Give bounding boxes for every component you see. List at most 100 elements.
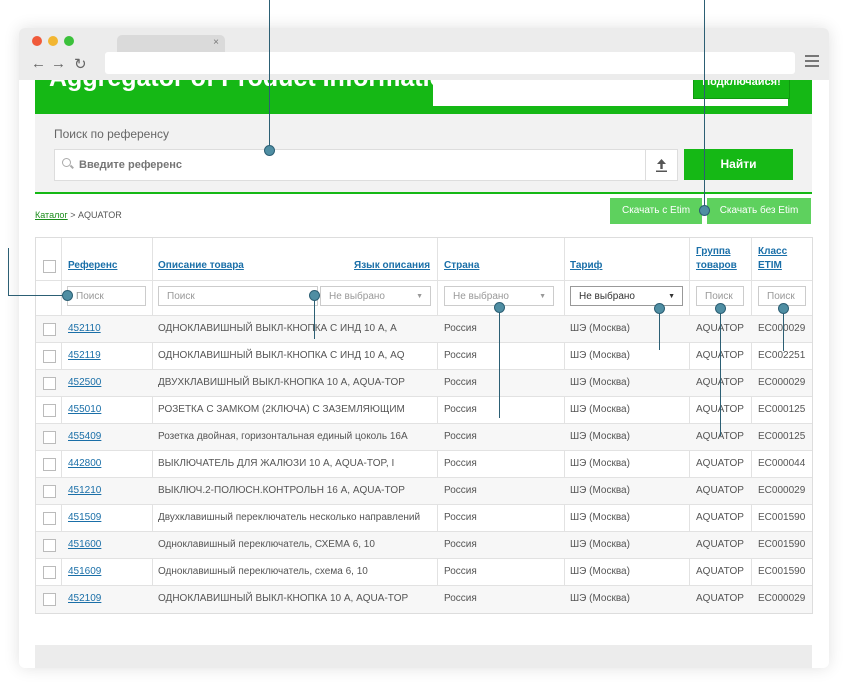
browser-tab[interactable]: × — [117, 35, 225, 53]
etim-class-cell: EC000029 — [758, 593, 806, 604]
table-row[interactable]: 451210 ВЫКЛЮЧ.2-ПОЛЮСН.КОНТРОЛЬН 16 А, AQ… — [36, 477, 812, 505]
country-cell: Россия — [444, 323, 477, 334]
reference-link[interactable]: 452119 — [68, 343, 148, 369]
chevron-down-icon: ▼ — [539, 293, 546, 300]
tariff-filter-select[interactable]: Не выбрано ▼ — [570, 286, 683, 306]
description-cell: ОДНОКЛАВИШНЫЙ ВЫКЛ-КНОПКА 10 А, AQUA-TOP — [158, 593, 409, 604]
breadcrumb: Каталог > AQUATOR — [35, 210, 122, 220]
search-box — [54, 149, 646, 181]
country-cell: Россия — [444, 431, 477, 442]
breadcrumb-catalog-link[interactable]: Каталог — [35, 210, 68, 220]
products-table: Референс Описание товара Язык описания С… — [35, 237, 813, 614]
row-checkbox[interactable] — [43, 404, 56, 417]
table-row[interactable]: 455010 РОЗЕТКА С ЗАМКОМ (2КЛЮЧА) С ЗАЗЕМЛ… — [36, 396, 812, 424]
annotation-dot — [264, 145, 275, 156]
tab-close-icon[interactable]: × — [213, 37, 219, 48]
country-cell: Россия — [444, 458, 477, 469]
language-filter-select[interactable]: Не выбрано ▼ — [320, 286, 431, 306]
country-filter-value: Не выбрано — [453, 291, 509, 302]
annotation-line — [659, 309, 660, 350]
etim-class-cell: EC000029 — [758, 377, 806, 388]
minimize-window-icon[interactable] — [48, 36, 58, 46]
reference-link[interactable]: 451609 — [68, 559, 148, 585]
reference-link[interactable]: 452500 — [68, 370, 148, 396]
country-cell: Россия — [444, 512, 477, 523]
site-title: Aggregator of Product Information — [49, 80, 460, 93]
chevron-down-icon: ▼ — [668, 293, 675, 300]
annotation-line — [499, 306, 500, 418]
country-cell: Россия — [444, 485, 477, 496]
reference-link[interactable]: 455010 — [68, 397, 148, 423]
back-arrow-icon[interactable]: ← — [31, 55, 46, 72]
country-cell: Россия — [444, 593, 477, 604]
reference-filter-input[interactable]: Поиск — [67, 286, 146, 306]
description-cell: Двухклавишный переключатель несколько на… — [158, 512, 421, 523]
tariff-cell: ШЭ (Москва) — [570, 539, 630, 550]
reload-icon[interactable]: ↻ — [74, 55, 87, 73]
table-row[interactable]: 455409 Розетка двойная, горизонтальная ед… — [36, 423, 812, 451]
annotation-line — [8, 295, 67, 296]
table-row[interactable]: 452500 ДВУХКЛАВИШНЫЙ ВЫКЛ-КНОПКА 10 А, AQ… — [36, 369, 812, 397]
breadcrumb-separator: > — [70, 210, 76, 220]
reference-link[interactable]: 442800 — [68, 451, 148, 477]
forward-arrow-icon[interactable]: → — [51, 55, 66, 72]
download-without-etim-button[interactable]: Скачать без Etim — [707, 198, 811, 224]
table-row[interactable]: 451509 Двухклавишный переключатель нескол… — [36, 504, 812, 532]
reference-link[interactable]: 455409 — [68, 424, 148, 450]
group-cell: AQUATOP — [696, 566, 744, 577]
row-checkbox[interactable] — [43, 458, 56, 471]
tariff-cell: ШЭ (Москва) — [570, 593, 630, 604]
browser-menu-icon[interactable] — [805, 55, 819, 70]
description-cell: ВЫКЛЮЧ.2-ПОЛЮСН.КОНТРОЛЬН 16 А, AQUA-TOP — [158, 485, 405, 496]
close-window-icon[interactable] — [32, 36, 42, 46]
row-checkbox[interactable] — [43, 566, 56, 579]
search-icon — [62, 158, 71, 167]
group-cell: AQUATOP — [696, 316, 749, 342]
description-cell: РОЗЕТКА С ЗАМКОМ (2КЛЮЧА) С ЗАЗЕМЛЯЮЩИМ — [158, 404, 405, 415]
table-row[interactable]: 451600 Одноклавишный переключатель, СХЕМА… — [36, 531, 812, 559]
column-header-group-line2: товаров — [696, 260, 737, 271]
address-bar[interactable] — [105, 52, 795, 74]
reference-search-input[interactable] — [79, 150, 639, 180]
connect-button[interactable]: Подключайся! — [693, 80, 790, 99]
select-all-checkbox[interactable] — [43, 260, 56, 273]
description-cell: Розетка двойная, горизонтальная единый ц… — [158, 431, 408, 442]
tariff-cell: ШЭ (Москва) — [570, 323, 630, 334]
group-cell: AQUATOP — [696, 370, 749, 396]
reference-link[interactable]: 451210 — [68, 478, 148, 504]
row-checkbox[interactable] — [43, 512, 56, 525]
reference-link[interactable]: 451600 — [68, 532, 148, 558]
reference-link[interactable]: 451509 — [68, 505, 148, 531]
group-cell: AQUATOP — [696, 539, 744, 550]
etim-class-cell: EC001590 — [758, 566, 806, 577]
maximize-window-icon[interactable] — [64, 36, 74, 46]
table-row[interactable]: 442800 ВЫКЛЮЧАТЕЛЬ ДЛЯ ЖАЛЮЗИ 10 А, AQUA-… — [36, 450, 812, 478]
etim-class-cell: EC001590 — [758, 512, 806, 523]
find-button[interactable]: Найти — [684, 149, 793, 180]
table-row[interactable]: 452109 ОДНОКЛАВИШНЫЙ ВЫКЛ-КНОПКА 10 А, AQ… — [36, 585, 812, 613]
header-banner: Aggregator of Product Information Подклю… — [35, 80, 812, 114]
row-checkbox[interactable] — [43, 350, 56, 363]
upload-button[interactable] — [645, 149, 678, 181]
row-checkbox[interactable] — [43, 539, 56, 552]
etim-class-cell: EC000125 — [758, 431, 806, 442]
browser-chrome: × ← → ↻ — [19, 28, 829, 80]
download-with-etim-button[interactable]: Скачать с Etim — [610, 198, 702, 224]
etim-class-cell: EC000125 — [758, 404, 806, 415]
description-filter-input[interactable]: Поиск — [158, 286, 318, 306]
table-row[interactable]: 452119 ОДНОКЛАВИШНЫЙ ВЫКЛ-КНОПКА С ИНД 10… — [36, 342, 812, 370]
row-checkbox[interactable] — [43, 485, 56, 498]
group-cell: AQUATOP — [696, 458, 744, 469]
row-checkbox[interactable] — [43, 431, 56, 444]
table-row[interactable]: 452110 ОДНОКЛАВИШНЫЙ ВЫКЛ-КНОПКА С ИНД 10… — [36, 315, 812, 343]
reference-link[interactable]: 452109 — [68, 586, 148, 612]
description-cell: ОДНОКЛАВИШНЫЙ ВЫКЛ-КНОПКА С ИНД 10 А, А — [158, 323, 397, 334]
row-checkbox[interactable] — [43, 323, 56, 336]
row-checkbox[interactable] — [43, 593, 56, 606]
etim-class-cell: EC000044 — [758, 458, 806, 469]
reference-link[interactable]: 452110 — [68, 316, 148, 342]
tariff-cell: ШЭ (Москва) — [570, 377, 630, 388]
table-row[interactable]: 451609 Одноклавишный переключатель, схема… — [36, 558, 812, 586]
row-checkbox[interactable] — [43, 377, 56, 390]
page-content: Aggregator of Product Information Подклю… — [19, 80, 829, 668]
